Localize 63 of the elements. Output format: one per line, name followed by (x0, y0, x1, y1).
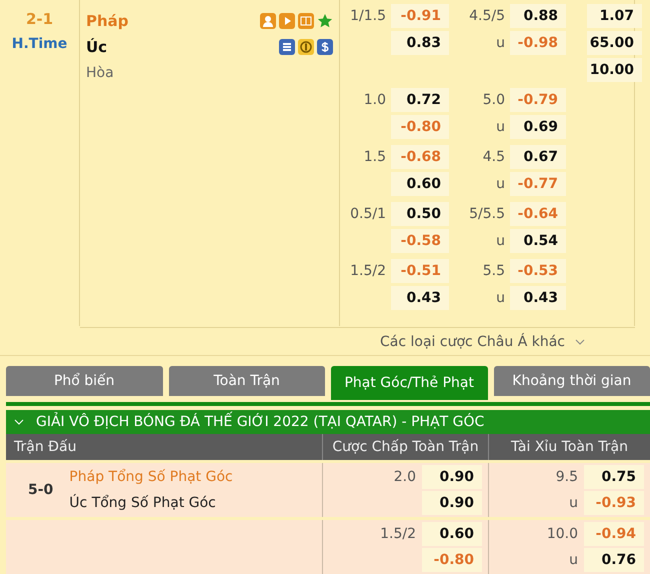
odds-cell[interactable]: 10.00 (587, 58, 642, 82)
under-label: u (495, 34, 505, 53)
tab[interactable]: Toàn Trận (168, 366, 325, 396)
team-name: Pháp (86, 12, 129, 30)
under-label: u (568, 551, 578, 570)
under-label: u (495, 118, 505, 137)
total-line: 4.5 (482, 148, 505, 167)
play-icon (279, 13, 295, 29)
odds-cell[interactable]: 1.07 (587, 4, 642, 28)
odds-cell[interactable]: 0.50 (391, 202, 449, 226)
stack-icon (279, 39, 295, 55)
match-score: 2-1 (26, 10, 54, 28)
total-line: 9.5 (554, 468, 578, 487)
under-label: u (495, 232, 505, 251)
team-name: Úc (86, 38, 108, 56)
odds-cell[interactable]: 0.88 (510, 4, 566, 28)
team-name: Úc Tổng Số Phạt Góc (69, 493, 217, 513)
odds-cell[interactable]: 0.75 (584, 465, 644, 489)
under-label: u (568, 494, 578, 513)
odds-cell[interactable]: 0.60 (391, 172, 449, 196)
total-line: 4.5/5 (468, 7, 505, 26)
field-icon (298, 13, 314, 29)
draw-label: Hòa (86, 64, 115, 83)
team-name: Pháp Tổng Số Phạt Góc (69, 468, 233, 487)
tab[interactable]: Phổ biến (6, 366, 162, 396)
odds-cell[interactable]: 0.90 (422, 491, 482, 515)
more-odds-link[interactable]: Các loại cược Châu Á khác (380, 334, 565, 350)
chevron-down-icon (575, 339, 585, 345)
person-icon (260, 13, 276, 29)
handicap-line: 1.5/2 (349, 262, 386, 281)
odds-cell[interactable]: 0.60 (422, 522, 482, 546)
handicap-line: 2.0 (392, 468, 416, 487)
total-line: 10.0 (546, 525, 578, 544)
handicap-line: 1.5/2 (379, 525, 416, 544)
handicap-line: 1.0 (362, 91, 386, 110)
odds-cell[interactable]: 0.72 (391, 88, 449, 112)
handicap-line: 1.5 (362, 148, 386, 167)
odds-cell[interactable]: 0.69 (510, 115, 566, 139)
league-title: GIẢI VÔ ĐỊCH BÓNG ĐÁ THẾ GIỚI 2022 (TẠI QATAR) - PHẠT GÓC (36, 414, 484, 430)
odds-cell[interactable]: 0.67 (510, 145, 566, 169)
match-status: H.Time (12, 36, 68, 52)
odds-cell[interactable]: 0.83 (391, 31, 449, 55)
dollar-icon (317, 39, 333, 55)
handicap-line: 1/1.5 (349, 7, 386, 26)
tab[interactable]: Khoảng thời gian (494, 366, 650, 396)
match-score: 5-0 (28, 482, 54, 498)
odds-cell[interactable]: 0.90 (422, 465, 482, 489)
odds-cell[interactable]: 0.43 (510, 286, 566, 310)
odds-cell[interactable]: 0.76 (584, 548, 644, 572)
odds-cell[interactable]: 65.00 (587, 31, 642, 55)
under-label: u (495, 175, 505, 194)
column-header: Trận Đấu (13, 438, 78, 457)
total-line: 5.0 (482, 91, 505, 110)
total-line: 5/5.5 (468, 205, 505, 224)
chevron-down-icon[interactable] (14, 419, 24, 425)
coin-icon (298, 39, 314, 55)
odds-cell[interactable]: 0.54 (510, 229, 566, 253)
handicap-line: 0.5/1 (349, 205, 386, 224)
tab[interactable]: Phạt Góc/Thẻ Phạt (331, 366, 488, 400)
under-label: u (495, 289, 505, 308)
odds-cell[interactable]: 0.43 (391, 286, 449, 310)
star-icon (317, 13, 333, 29)
total-line: 5.5 (482, 262, 505, 281)
